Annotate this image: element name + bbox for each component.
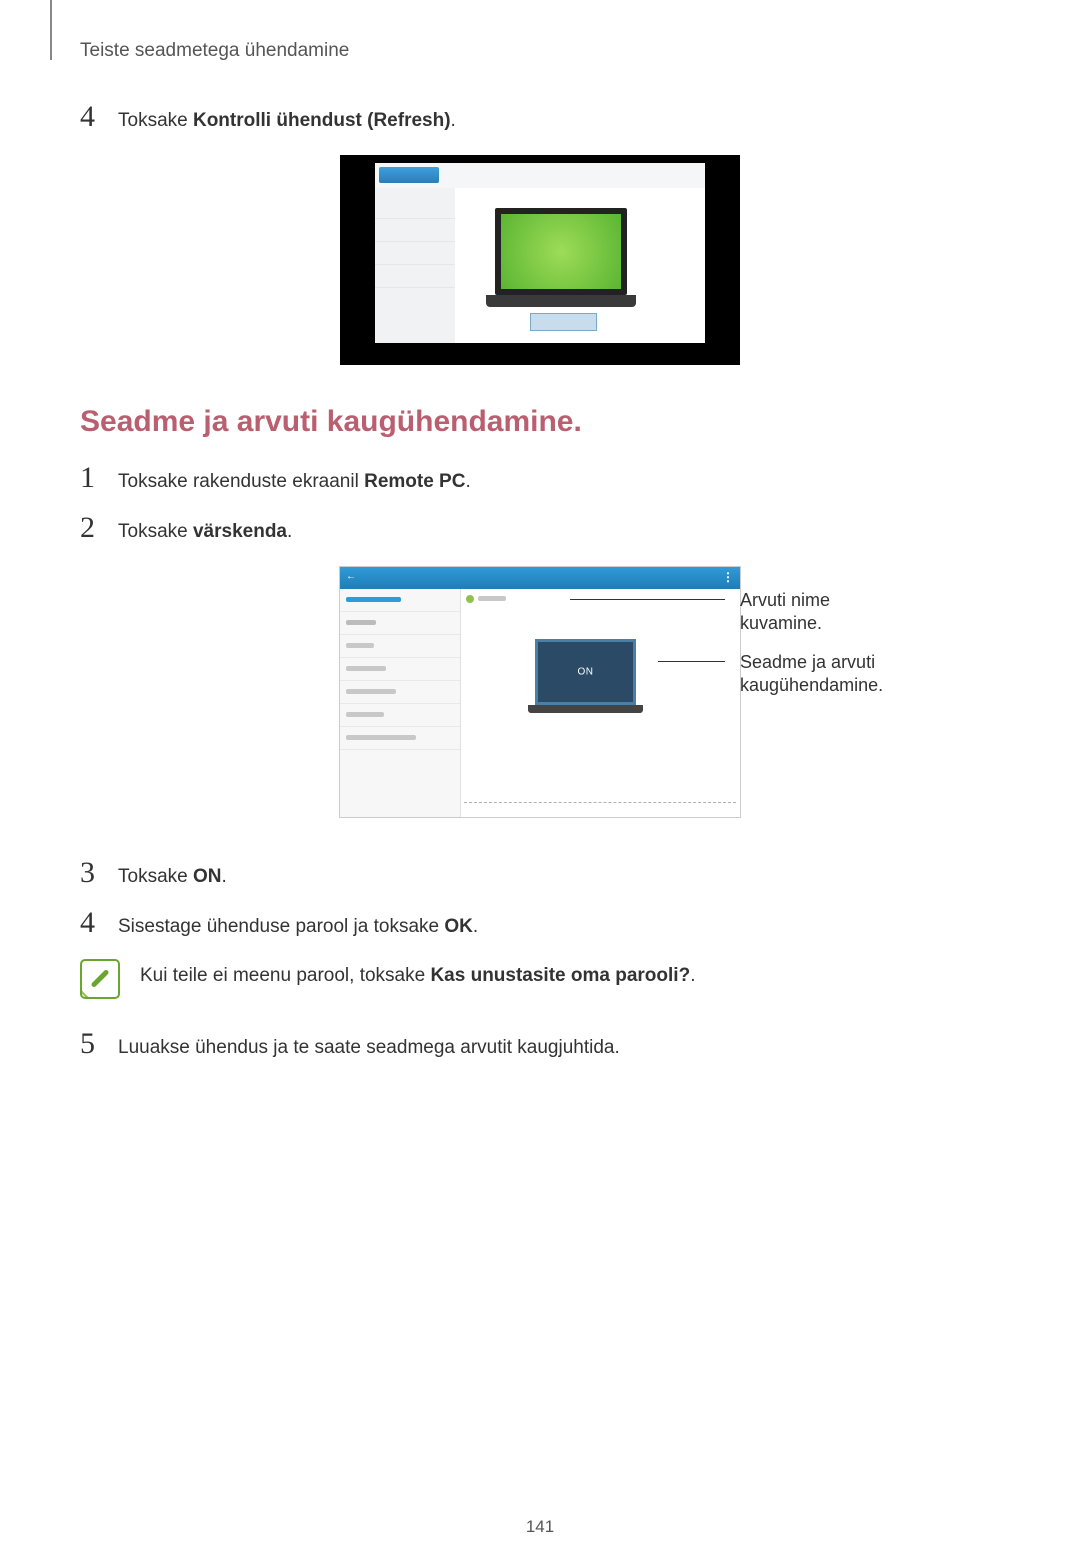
- on-label: ON: [578, 666, 594, 677]
- step-text-pre: Sisestage ühenduse parool ja toksake: [118, 916, 444, 937]
- step-text-post: .: [473, 916, 478, 937]
- page-side-rule: [50, 0, 52, 60]
- step-row: 4 Sisestage ühenduse parool ja toksake O…: [80, 908, 1000, 941]
- figure-2: ← ⋮ ON: [339, 566, 741, 818]
- note-bold: Kas unustasite oma parooli?: [430, 965, 690, 986]
- page-header: Teiste seadmetega ühendamine: [80, 40, 1000, 62]
- step-text: Sisestage ühenduse parool ja toksake OK.: [118, 908, 478, 941]
- step-row: 4 Toksake Kontrolli ühendust (Refresh).: [80, 102, 1000, 135]
- more-icon: ⋮: [722, 570, 734, 584]
- step-text-post: .: [451, 110, 456, 131]
- step-number: 4: [80, 102, 110, 132]
- figure-1: [80, 155, 1000, 365]
- step-text-pre: Toksake: [118, 110, 193, 131]
- step-number: 2: [80, 513, 110, 543]
- section-title: Seadme ja arvuti kaugühendamine.: [80, 405, 1000, 439]
- step-text-bold: värskenda: [193, 521, 287, 542]
- step-row: 2 Toksake värskenda.: [80, 513, 1000, 546]
- page-number: 141: [526, 1517, 554, 1537]
- step-text-bold: OK: [444, 916, 473, 937]
- step-text-bold: Kontrolli ühendust (Refresh): [193, 110, 451, 131]
- step-text: Toksake rakenduste ekraanil Remote PC.: [118, 463, 471, 496]
- step-text: Toksake ON.: [118, 858, 227, 891]
- note-post: .: [690, 965, 695, 986]
- callout-text: Seadme ja arvuti kaugühendamine.: [740, 652, 883, 695]
- step-text-pre: Toksake: [118, 866, 193, 887]
- step-text-post: .: [465, 471, 470, 492]
- note-icon: [80, 959, 120, 999]
- callout-text: Arvuti nime kuvamine.: [740, 590, 830, 633]
- step-text-pre: Toksake: [118, 521, 193, 542]
- step-text-post: .: [221, 866, 226, 887]
- note-row: Kui teile ei meenu parool, toksake Kas u…: [80, 959, 1000, 999]
- back-icon: ←: [346, 571, 356, 582]
- step-text-post: .: [287, 521, 292, 542]
- step-text: Toksake Kontrolli ühendust (Refresh).: [118, 102, 456, 135]
- callout-top: Arvuti nime kuvamine.: [740, 589, 900, 636]
- step-number: 1: [80, 463, 110, 493]
- status-dot-icon: [466, 595, 474, 603]
- callout-line: [658, 661, 725, 662]
- figure-2-container: ← ⋮ ON: [80, 566, 1000, 818]
- note-text: Kui teile ei meenu parool, toksake Kas u…: [140, 959, 695, 987]
- step-text: Luuakse ühendus ja te saate seadmega arv…: [118, 1029, 620, 1062]
- step-row: 3 Toksake ON.: [80, 858, 1000, 891]
- step-row: 1 Toksake rakenduste ekraanil Remote PC.: [80, 463, 1000, 496]
- step-number: 5: [80, 1029, 110, 1059]
- step-text: Toksake värskenda.: [118, 513, 292, 546]
- callout-line: [570, 599, 725, 600]
- callout-mid: Seadme ja arvuti kaugühendamine.: [740, 651, 920, 698]
- step-text-bold: ON: [193, 866, 222, 887]
- step-text-pre: Toksake rakenduste ekraanil: [118, 471, 364, 492]
- step-number: 4: [80, 908, 110, 938]
- step-text-bold: Remote PC: [364, 471, 465, 492]
- note-pre: Kui teile ei meenu parool, toksake: [140, 965, 430, 986]
- step-row: 5 Luuakse ühendus ja te saate seadmega a…: [80, 1029, 1000, 1062]
- step-number: 3: [80, 858, 110, 888]
